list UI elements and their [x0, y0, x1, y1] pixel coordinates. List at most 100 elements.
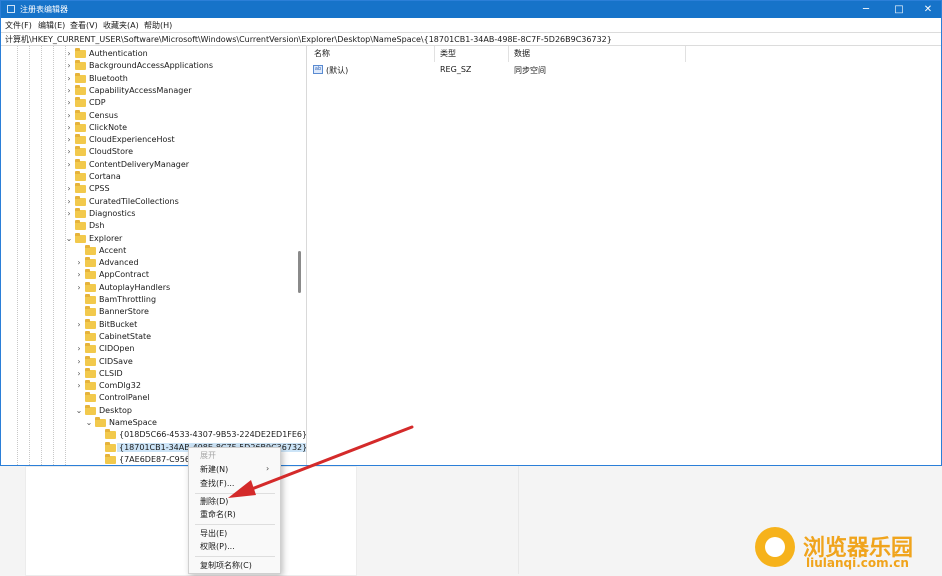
context-item-export[interactable]: 导出(E) [200, 528, 227, 539]
tree-node-label: AutoplayHandlers [99, 282, 171, 292]
address-bar[interactable]: 计算机\HKEY_CURRENT_USER\Software\Microsoft… [1, 32, 941, 46]
folder-icon [85, 306, 96, 317]
tree-node-label: ContentDeliveryManager [89, 159, 190, 169]
expand-chevron-icon[interactable]: › [75, 344, 83, 353]
folder-icon [85, 318, 96, 329]
tree-guide [53, 46, 54, 465]
tree-node-label: AppContract [99, 270, 150, 280]
tree-scrollbar-thumb[interactable] [298, 251, 301, 293]
expand-chevron-icon[interactable]: › [65, 61, 73, 70]
title-bar[interactable]: 注册表编辑器 ─ □ ✕ [1, 1, 941, 18]
tree-node-label: ClickNote [89, 122, 127, 132]
expand-chevron-icon[interactable]: › [65, 160, 73, 169]
context-item-delete[interactable]: 删除(D) [200, 496, 228, 507]
menu-view[interactable]: 查看(V) [70, 20, 98, 31]
tree-node-label: Desktop [99, 405, 132, 415]
menu-help[interactable]: 帮助(H) [144, 20, 172, 31]
expand-chevron-icon[interactable]: › [75, 270, 83, 279]
expand-chevron-icon[interactable]: › [65, 111, 73, 120]
column-divider[interactable] [685, 46, 686, 62]
expand-chevron-icon[interactable]: › [65, 209, 73, 218]
expand-chevron-icon[interactable]: › [65, 98, 73, 107]
folder-icon [105, 453, 116, 464]
tree-node-label: BackgroundAccessApplications [89, 61, 213, 71]
expand-chevron-icon[interactable]: › [65, 184, 73, 193]
context-item-new[interactable]: 新建(N) › [200, 464, 269, 475]
tree-node-label: ControlPanel [99, 393, 150, 403]
expand-chevron-icon[interactable]: › [75, 381, 83, 390]
folder-icon [75, 158, 86, 169]
column-header-data[interactable]: 数据 [514, 48, 530, 59]
expand-chevron-icon[interactable]: › [65, 147, 73, 156]
value-data[interactable]: 同步空间 [514, 65, 546, 76]
minimize-button[interactable]: ─ [856, 2, 876, 17]
value-name[interactable]: (默认) [326, 65, 348, 76]
expand-chevron-icon[interactable]: ⌄ [65, 234, 73, 243]
tree-node-label: Cortana [89, 172, 121, 181]
column-header-name[interactable]: 名称 [314, 48, 330, 59]
tree-guide [17, 46, 18, 465]
expand-chevron-icon[interactable]: › [65, 86, 73, 95]
watermark-logo-icon [755, 527, 795, 567]
context-item-find[interactable]: 查找(F)... [200, 478, 234, 489]
folder-icon [75, 109, 86, 120]
maximize-button[interactable]: □ [889, 2, 909, 17]
folder-icon [75, 48, 86, 58]
expand-chevron-icon[interactable]: › [65, 135, 73, 144]
expand-chevron-icon[interactable]: › [65, 49, 73, 58]
registry-editor-window: 注册表编辑器 ─ □ ✕ 文件(F) 编辑(E) 查看(V) 收藏夹(A) 帮助… [0, 0, 942, 466]
expand-chevron-icon[interactable]: › [65, 74, 73, 83]
value-type[interactable]: REG_SZ [440, 65, 471, 74]
tree-node-label: CPSS [89, 184, 110, 194]
tree-node-label: Bluetooth [89, 73, 128, 83]
tree-node-label: CabinetState [99, 331, 152, 341]
tree-node-label: Dsh [89, 221, 105, 231]
folder-icon [85, 330, 96, 341]
tree-node-label: CapabilityAccessManager [89, 85, 192, 95]
menu-favorites[interactable]: 收藏夹(A) [103, 20, 139, 31]
menu-edit[interactable]: 编辑(E) [38, 20, 65, 31]
folder-icon [75, 121, 86, 132]
expand-chevron-icon[interactable]: › [65, 197, 73, 206]
context-item-copy-key-name[interactable]: 复制项名称(C) [200, 560, 252, 571]
context-item-permissions[interactable]: 权限(P)... [200, 541, 235, 552]
tree-node-label: BamThrottling [99, 295, 157, 304]
menu-separator [195, 493, 275, 494]
watermark-text-en: liulanqi.com.cn [806, 556, 909, 570]
folder-icon [85, 392, 96, 403]
tree-node-label: BannerStore [99, 307, 149, 317]
expand-chevron-icon[interactable]: › [75, 369, 83, 378]
menu-file[interactable]: 文件(F) [5, 20, 32, 31]
tree-node-label: CloudExperienceHost [89, 135, 175, 145]
expand-chevron-icon[interactable]: › [75, 357, 83, 366]
expand-chevron-icon[interactable]: › [65, 123, 73, 132]
tree-node-label: Advanced [99, 258, 139, 268]
column-divider[interactable] [508, 46, 509, 62]
folder-icon [75, 195, 86, 206]
tree-node-label: CLSID [99, 368, 123, 378]
regedit-app-icon [7, 5, 15, 13]
tree-node-label: BitBucket [99, 319, 138, 329]
folder-icon [75, 60, 86, 71]
expand-chevron-icon[interactable]: › [75, 283, 83, 292]
tree-node-label: CIDSave [99, 356, 133, 366]
tree-node-label: CDP [89, 98, 106, 108]
folder-icon [75, 207, 86, 218]
column-header-type[interactable]: 类型 [440, 48, 456, 59]
window-title: 注册表编辑器 [20, 5, 68, 14]
address-path[interactable]: 计算机\HKEY_CURRENT_USER\Software\Microsoft… [5, 34, 612, 45]
folder-icon [75, 171, 86, 181]
tree-guide [29, 46, 30, 465]
tree-node-label: Authentication [89, 49, 148, 58]
expand-chevron-icon[interactable]: ⌄ [85, 418, 93, 427]
expand-chevron-icon[interactable]: › [75, 320, 83, 329]
registry-tree[interactable]: › Authentication › BackgroundAccessApplicat… [1, 46, 307, 465]
context-item-rename[interactable]: 重命名(R) [200, 509, 236, 520]
column-divider[interactable] [434, 46, 435, 62]
submenu-arrow-icon: › [266, 464, 270, 473]
expand-chevron-icon[interactable]: › [75, 258, 83, 267]
expand-chevron-icon[interactable]: ⌄ [75, 406, 83, 415]
close-button[interactable]: ✕ [918, 2, 938, 17]
folder-icon [75, 232, 86, 243]
values-pane[interactable]: 名称 类型 数据 ab (默认) REG_SZ 同步空间 [308, 46, 941, 465]
